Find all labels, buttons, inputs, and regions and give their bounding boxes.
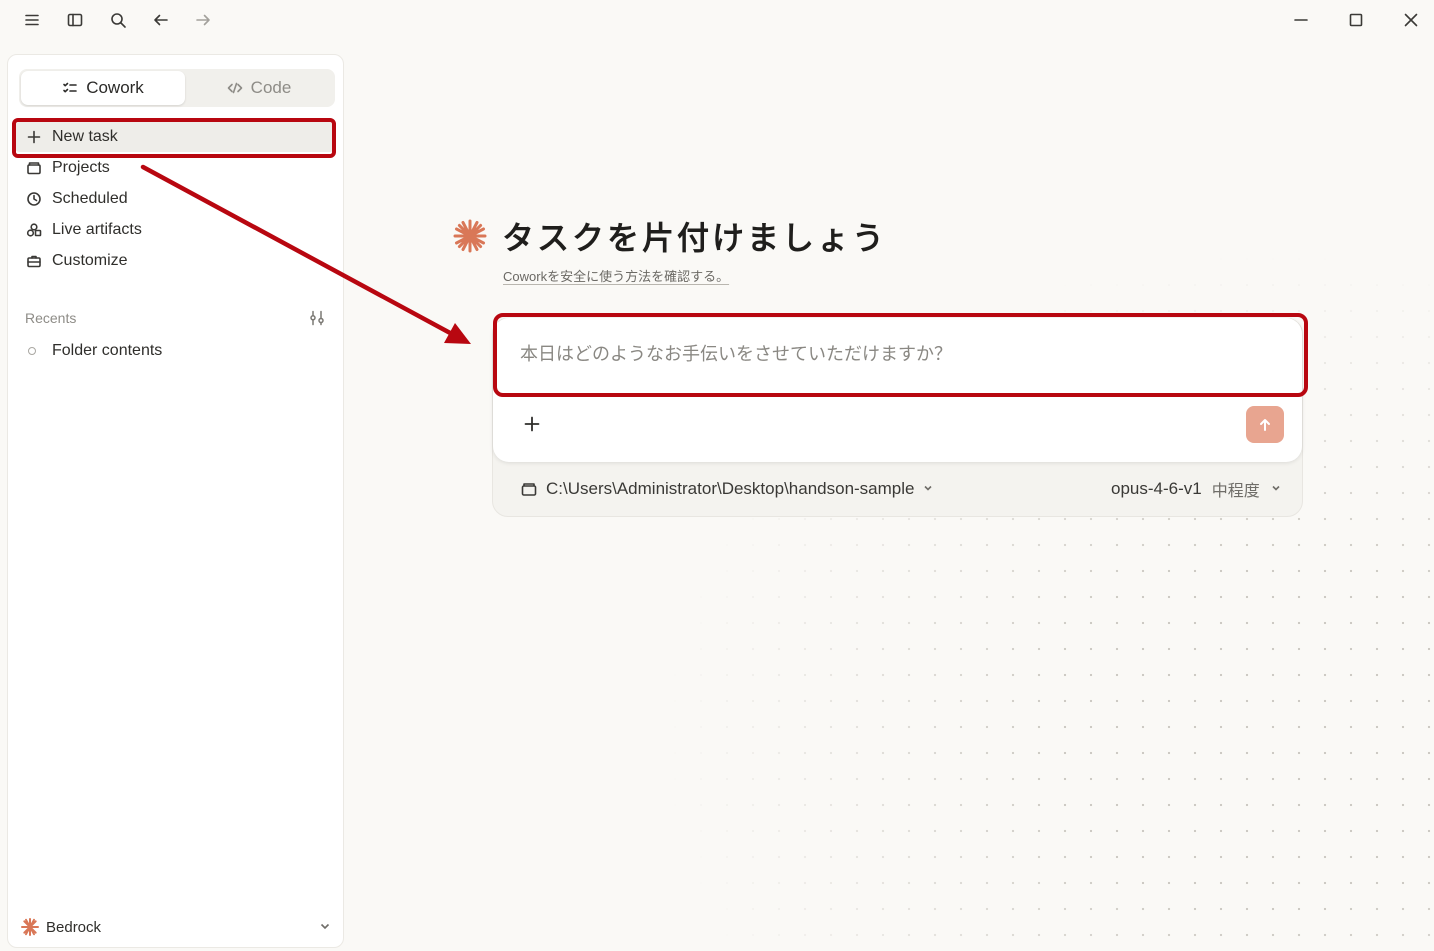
claude-spark-icon <box>453 219 487 253</box>
model-name: opus-4-6-v1 <box>1111 479 1202 498</box>
account-switcher[interactable]: Bedrock <box>20 915 332 939</box>
title-bar <box>0 0 1434 40</box>
new-task-label: New task <box>52 128 118 145</box>
page-title: タスクを片付けましょう <box>502 219 888 257</box>
folder-icon <box>521 483 537 496</box>
plus-icon <box>27 130 41 144</box>
forward-arrow-icon[interactable] <box>191 8 215 32</box>
minimize-icon[interactable] <box>1289 8 1313 32</box>
sidebar-item-label: Live artifacts <box>52 221 142 238</box>
effort-level: 中程度 <box>1211 481 1260 500</box>
briefcase-icon <box>27 255 41 268</box>
tab-code[interactable]: Code <box>185 71 333 105</box>
code-icon <box>227 82 242 94</box>
chevron-down-icon <box>318 919 332 937</box>
send-button[interactable] <box>1246 406 1284 443</box>
checklist-icon <box>63 82 77 93</box>
sidebar-toggle-icon[interactable] <box>63 8 87 32</box>
artifacts-icon <box>26 223 42 237</box>
prompt-input[interactable] <box>518 338 1282 370</box>
tab-code-label: Code <box>250 78 292 97</box>
model-selector[interactable]: opus-4-6-v1 中程度 <box>1111 478 1282 500</box>
back-arrow-icon[interactable] <box>149 8 173 32</box>
mode-switch: Cowork Code <box>19 69 335 107</box>
sidebar-item-customize[interactable]: Customize <box>14 246 336 276</box>
sidebar-item-label: Scheduled <box>52 190 128 207</box>
plus-icon <box>524 416 540 432</box>
tab-cowork[interactable]: Cowork <box>21 71 185 105</box>
filter-icon[interactable] <box>308 309 328 329</box>
search-icon[interactable] <box>106 8 130 32</box>
safety-guide-link[interactable]: Coworkを安全に使う方法を確認する。 <box>503 266 729 285</box>
close-icon[interactable] <box>1399 8 1423 32</box>
recent-item-label: Folder contents <box>52 342 163 359</box>
sidebar-item-scheduled[interactable]: Scheduled <box>14 184 336 214</box>
hero-heading: タスクを片付けましょう <box>452 212 887 260</box>
sidebar-item-label: Projects <box>52 159 110 176</box>
arrow-up-icon <box>1260 418 1270 431</box>
folder-selector[interactable]: C:\Users\Administrator\Desktop\handson-s… <box>520 478 934 500</box>
recents-heading: Recents <box>25 310 77 326</box>
folder-path: C:\Users\Administrator\Desktop\handson-s… <box>546 479 915 498</box>
recent-item-folder-contents[interactable]: Folder contents <box>28 339 162 363</box>
clock-icon <box>27 192 41 206</box>
sidebar-item-projects[interactable]: Projects <box>14 153 336 183</box>
account-label: Bedrock <box>46 918 102 936</box>
claude-spark-icon <box>21 918 39 936</box>
recent-dot-icon <box>28 347 36 355</box>
maximize-icon[interactable] <box>1344 8 1368 32</box>
sidebar-item-label: Customize <box>52 252 128 269</box>
tab-cowork-label: Cowork <box>86 78 144 97</box>
menu-icon[interactable] <box>20 8 44 32</box>
add-attachment-button[interactable] <box>519 411 545 437</box>
sidebar-item-live-artifacts[interactable]: Live artifacts <box>14 215 336 245</box>
new-task-button[interactable]: New task <box>14 122 336 152</box>
sidebar: Cowork Code New task Projects Scheduled … <box>7 54 344 948</box>
folder-icon <box>27 162 41 175</box>
chevron-down-icon <box>1270 479 1282 499</box>
chevron-down-icon <box>922 479 934 499</box>
